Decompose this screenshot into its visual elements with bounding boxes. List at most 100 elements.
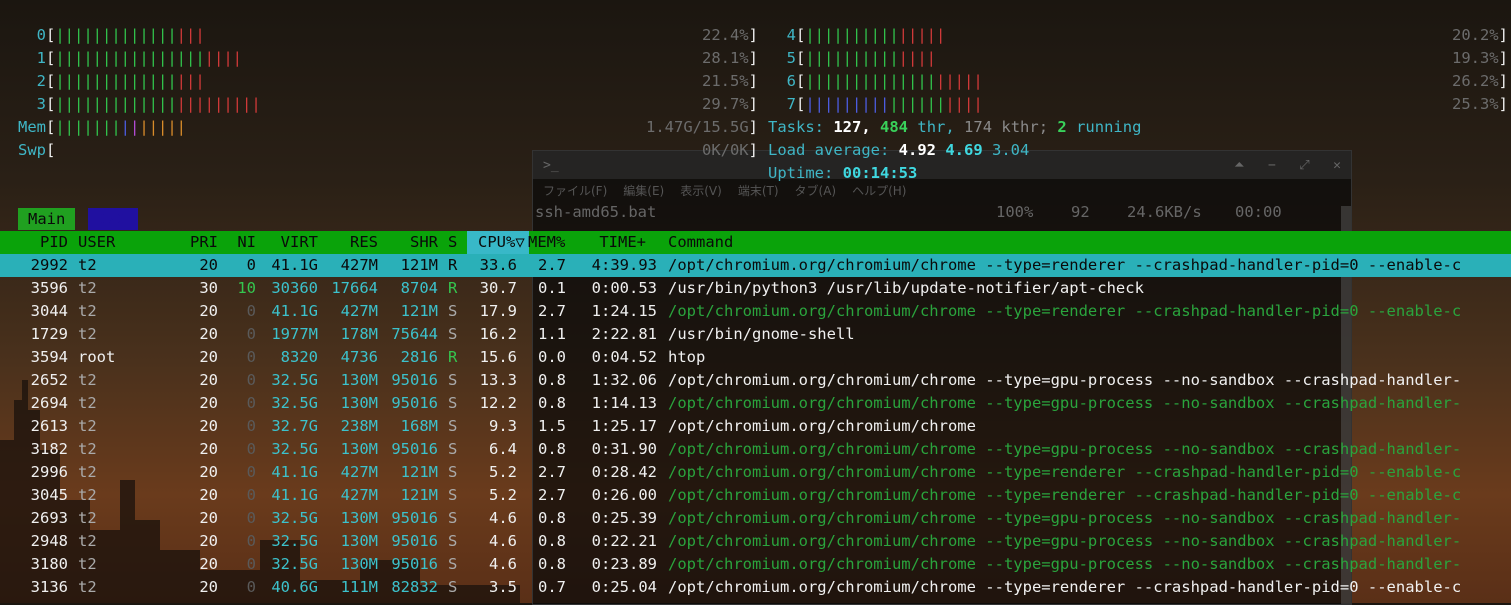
cpu-label: 4 — [786, 26, 796, 44]
user-cell: t2 — [78, 302, 97, 320]
pri-cell: 20 — [199, 555, 218, 573]
cpu-percent: 28.1% — [701, 49, 749, 67]
cpu-meter-5: 5[|||||||||||||| 19.3%] — [766, 47, 1508, 70]
time-cell: 0:23.89 — [591, 555, 657, 573]
cpu-cell: 6.4 — [489, 440, 517, 458]
col-res[interactable]: RES — [328, 231, 378, 254]
res-cell: 130M — [340, 532, 378, 550]
col-mem[interactable]: MEM% — [528, 231, 565, 254]
table-row[interactable]: 3045 t2 20 0 41.1G 427M 121M S 5.2 2.7 0:26.00/opt… — [0, 484, 1511, 507]
user-cell: root — [78, 348, 116, 366]
cpu-label: 2 — [36, 72, 46, 90]
virt-cell: 41.1G — [271, 463, 318, 481]
process-table-header: PID USER PRI NI VIRT RES SHR S CPU%▽ MEM… — [0, 231, 1511, 254]
res-cell: 427M — [340, 463, 378, 481]
time-cell: 4:39.93 — [591, 256, 657, 274]
command-cell: /usr/bin/gnome-shell — [668, 325, 855, 343]
ni-cell: 0 — [246, 302, 256, 320]
virt-cell: 30360 — [271, 279, 318, 297]
res-cell: 427M — [340, 486, 378, 504]
uptime-stat: Uptime: 00:14:53 — [768, 164, 918, 182]
pri-cell: 20 — [199, 440, 218, 458]
cpu-bars: ||||||||||||||| — [805, 26, 946, 44]
col-ni[interactable]: NI — [228, 231, 256, 254]
virt-cell: 32.5G — [271, 371, 318, 389]
col-user[interactable]: USER — [78, 231, 115, 254]
swp-bars — [55, 139, 702, 162]
pri-cell: 20 — [199, 486, 218, 504]
pri-cell: 30 — [199, 279, 218, 297]
time-cell: 0:04.52 — [591, 348, 657, 366]
cpu-cell: 3.5 — [489, 578, 517, 596]
cpu-meter-0: 0[|||||||||||||||| 22.4%] — [16, 24, 758, 47]
table-row[interactable]: 3182 t2 20 0 32.5G 130M 95016 S 6.4 0.8 0:31.90/op… — [0, 438, 1511, 461]
user-cell: t2 — [78, 509, 97, 527]
table-row[interactable]: 3180 t2 20 0 32.5G 130M 95016 S 4.6 0.8 0:23.89/op… — [0, 553, 1511, 576]
cpu-cell: 16.2 — [479, 325, 517, 343]
user-cell: t2 — [78, 325, 97, 343]
state-cell: S — [448, 371, 458, 389]
col-virt[interactable]: VIRT — [264, 231, 318, 254]
table-row[interactable]: 3594 root 20 0 8320 4736 2816 R 15.6 0.0 0:04.52 ht… — [0, 346, 1511, 369]
ni-cell: 0 — [246, 578, 256, 596]
tasks-label: Tasks: — [768, 118, 824, 136]
cpu-cell: 4.6 — [489, 509, 517, 527]
col-pri[interactable]: PRI — [170, 231, 218, 254]
col-cpu[interactable]: CPU%▽ — [467, 231, 529, 254]
mem-cell: 0.8 — [538, 532, 566, 550]
command-cell: /opt/chromium.org/chromium/chrome --type… — [668, 256, 1462, 274]
pid-cell: 2652 — [30, 371, 68, 389]
table-row[interactable]: 3136 t2 20 0 40.6G 111M 82832 S 3.5 0.7 0:25.04/op… — [0, 576, 1511, 599]
table-row[interactable]: 2992 t2 20 0 41.1G 427M 121M R 33.6 2.7 4:39.93/op… — [0, 254, 1511, 277]
virt-cell: 32.7G — [271, 417, 318, 435]
cpu-label: 7 — [786, 95, 796, 113]
cpu-cell: 12.2 — [479, 394, 517, 412]
shr-cell: 168M — [400, 417, 438, 435]
command-cell: htop — [668, 348, 706, 366]
col-time[interactable]: TIME+ — [580, 231, 646, 254]
command-cell: /opt/chromium.org/chromium/chrome — [668, 417, 976, 435]
tab-io[interactable]: I/O — [88, 208, 138, 230]
table-row[interactable]: 2613 t2 20 0 32.7G 238M 168M S 9.3 1.5 1:25.17/opt… — [0, 415, 1511, 438]
col-command[interactable]: Command — [668, 231, 733, 254]
col-pid[interactable]: PID — [20, 231, 68, 254]
col-state[interactable]: S — [448, 231, 457, 254]
mem-cell: 2.7 — [538, 463, 566, 481]
table-row[interactable]: 2694 t2 20 0 32.5G 130M 95016 S 12.2 0.8 1:14.13/o… — [0, 392, 1511, 415]
mem-cell: 0.7 — [538, 578, 566, 596]
shr-cell: 95016 — [391, 371, 438, 389]
table-row[interactable]: 3596 t2 30 10 30360 17664 8704 R 30.7 0.1 0:00.53 /… — [0, 277, 1511, 300]
state-cell: S — [448, 394, 458, 412]
table-row[interactable]: 2652 t2 20 0 32.5G 130M 95016 S 13.3 0.8 1:32.06/o… — [0, 369, 1511, 392]
res-cell: 238M — [340, 417, 378, 435]
mem-cell: 2.7 — [538, 256, 566, 274]
table-row[interactable]: 3044 t2 20 0 41.1G 427M 121M S 17.9 2.7 1:24.15/op… — [0, 300, 1511, 323]
state-cell: R — [448, 348, 458, 366]
pid-cell: 3182 — [30, 440, 68, 458]
time-cell: 0:00.53 — [591, 279, 657, 297]
mem-cell: 0.0 — [538, 348, 566, 366]
res-cell: 427M — [340, 256, 378, 274]
res-cell: 130M — [340, 509, 378, 527]
time-cell: 0:25.39 — [591, 509, 657, 527]
cpu-bars: ||||||||||||||||||| — [805, 72, 983, 90]
table-row[interactable]: 2996 t2 20 0 41.1G 427M 121M S 5.2 2.7 0:28.42/opt… — [0, 461, 1511, 484]
time-cell: 1:24.15 — [591, 302, 657, 320]
cpu-label: 6 — [786, 72, 796, 90]
cpu-cell: 4.6 — [489, 532, 517, 550]
virt-cell: 8320 — [280, 348, 318, 366]
table-row[interactable]: 1729 t2 20 0 1977M 178M 75644 S 16.2 1.1 2:22.81/u… — [0, 323, 1511, 346]
tab-main[interactable]: Main — [18, 208, 76, 230]
mem-cell: 2.7 — [538, 302, 566, 320]
res-cell: 17664 — [331, 279, 378, 297]
table-row[interactable]: 2948 t2 20 0 32.5G 130M 95016 S 4.6 0.8 0:22.21/op… — [0, 530, 1511, 553]
cpu-meter-1: 1[|||||||||||||||||||| 28.1%] — [16, 47, 758, 70]
shr-cell: 121M — [400, 463, 438, 481]
state-cell: R — [448, 256, 458, 274]
cpu-meter-2: 2[|||||||||||||||| 21.5%] — [16, 70, 758, 93]
background-file-row: ssh-amd65.bat 100% 92 24.6KB/s 00:00 — [535, 203, 1282, 221]
cpu-cell: 17.9 — [479, 302, 517, 320]
col-shr[interactable]: SHR — [388, 231, 438, 254]
state-cell: S — [448, 325, 458, 343]
table-row[interactable]: 2693 t2 20 0 32.5G 130M 95016 S 4.6 0.8 0:25.39/op… — [0, 507, 1511, 530]
